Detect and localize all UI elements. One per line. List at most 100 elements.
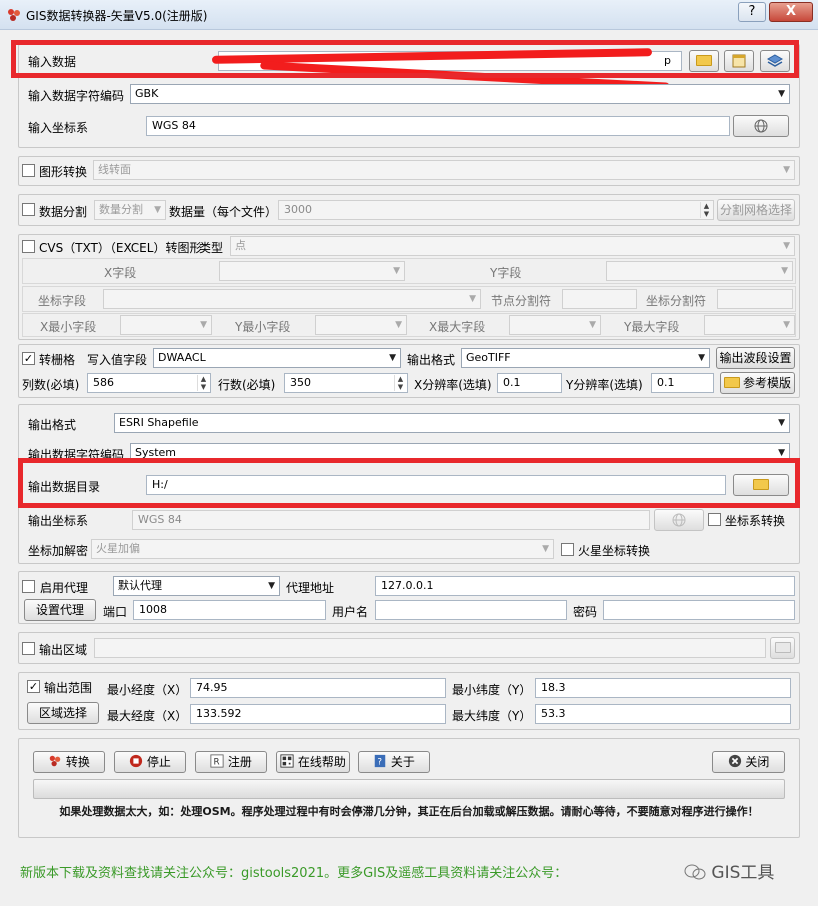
close-window-button[interactable]: X — [769, 2, 813, 22]
min-lon-field[interactable]: 74.95 — [190, 678, 446, 698]
proxy-user-field[interactable] — [375, 600, 567, 620]
raster-write-field-value: DWAACL — [158, 351, 206, 364]
raster-rows-field[interactable]: 350 ▲ ▼ — [284, 373, 408, 393]
proxy-password-field[interactable] — [603, 600, 795, 620]
output-format-select[interactable]: ESRI Shapefile ▼ — [114, 413, 790, 433]
raster-cols-label: 列数(必填) — [22, 378, 80, 392]
max-lat-label: 最大纬度（Y） — [452, 709, 532, 723]
watermark: GIS工具 — [684, 858, 814, 884]
crs-convert-label: 坐标系转换 — [725, 514, 786, 528]
chevron-down-icon: ▼ — [783, 165, 790, 175]
register-button[interactable]: R 注册 — [195, 751, 267, 773]
band-settings-button[interactable]: 输出波段设置 — [716, 347, 795, 369]
csv-checkbox[interactable] — [22, 240, 35, 253]
proxy-password-label: 密码 — [573, 605, 598, 619]
csv-y-field-select[interactable]: ▼ — [606, 261, 793, 281]
proxy-address-field[interactable]: 127.0.0.1 — [375, 576, 795, 596]
raster-yres-label: Y分辨率(选填) — [566, 378, 643, 392]
max-lat-field[interactable]: 53.3 — [535, 704, 791, 724]
input-crs-label: 输入坐标系 — [28, 121, 89, 135]
csv-coord-sep-field[interactable] — [717, 289, 793, 309]
region-browse-button[interactable] — [770, 637, 795, 659]
close-label: 关闭 — [745, 755, 770, 769]
input-encoding-value: GBK — [135, 87, 159, 100]
csv-ymin-select[interactable]: ▼ — [315, 315, 407, 335]
csv-node-sep-field[interactable] — [562, 289, 637, 309]
highlight-input-data — [11, 40, 799, 78]
csv-type-select[interactable]: 点 ▼ — [230, 236, 795, 256]
close-icon — [728, 754, 741, 768]
highlight-output-dir — [18, 458, 800, 508]
proxy-enable-checkbox[interactable] — [22, 580, 35, 593]
raster-write-field-select[interactable]: DWAACL ▼ — [153, 348, 401, 368]
csv-coord-field-select[interactable]: ▼ — [103, 289, 481, 309]
split-checkbox[interactable] — [22, 203, 35, 216]
csv-xmin-select[interactable]: ▼ — [120, 315, 212, 335]
min-lon-label: 最小经度（X） — [107, 683, 188, 697]
chevron-down-icon: ▼ — [778, 89, 785, 99]
region-field[interactable] — [94, 638, 766, 658]
split-count-field[interactable]: 3000 ▲ ▼ — [278, 200, 714, 220]
raster-format-select[interactable]: GeoTIFF ▼ — [461, 348, 710, 368]
max-lon-label: 最大经度（X） — [107, 709, 188, 723]
spinner-arrows-icon[interactable]: ▲ ▼ — [394, 375, 406, 391]
split-mode-select[interactable]: 数量分割 ▼ — [94, 200, 166, 220]
raster-xres-field[interactable]: 0.1 — [497, 373, 562, 393]
stop-button[interactable]: 停止 — [114, 751, 186, 773]
progress-bar — [33, 779, 785, 799]
raster-rows-value: 350 — [290, 376, 311, 389]
csv-label: CVS（TXT）（EXCEL）转图形 — [39, 241, 202, 255]
min-lat-field[interactable]: 18.3 — [535, 678, 791, 698]
output-crs-field[interactable]: WGS 84 — [132, 510, 650, 530]
title-bar: GIS数据转换器-矢量V5.0(注册版) ? X — [0, 0, 818, 30]
csv-x-field-select[interactable]: ▼ — [219, 261, 405, 281]
chevron-down-icon: ▼ — [154, 205, 161, 215]
split-grid-button[interactable]: 分割网格选择 — [717, 199, 795, 221]
csv-coord-field-label: 坐标字段 — [38, 294, 87, 308]
mars-convert-checkbox[interactable] — [561, 543, 574, 556]
proxy-user-label: 用户名 — [332, 605, 369, 619]
encrypt-select[interactable]: 火星加偏 ▼ — [91, 539, 554, 559]
register-label: 注册 — [227, 755, 252, 769]
csv-xmax-label: X最大字段 — [429, 320, 486, 334]
input-encoding-select[interactable]: GBK ▼ — [130, 84, 790, 104]
spinner-arrows-icon[interactable]: ▲ ▼ — [700, 202, 712, 218]
reference-template-button[interactable]: 参考模版 — [720, 372, 795, 394]
spinner-arrows-icon[interactable]: ▲ ▼ — [197, 375, 209, 391]
chevron-down-icon: ▼ — [200, 320, 207, 330]
proxy-mode-select[interactable]: 默认代理 ▼ — [113, 576, 280, 596]
footer-text: 新版本下载及资料查找请关注公众号：gistools2021。更多GIS及遥感工具… — [20, 866, 568, 881]
proxy-enable-label: 启用代理 — [40, 581, 89, 595]
region-checkbox[interactable] — [22, 642, 35, 655]
chevron-down-icon: ▼ — [268, 581, 275, 591]
crs-convert-checkbox[interactable] — [708, 513, 721, 526]
csv-ymax-label: Y最大字段 — [624, 320, 680, 334]
convert-button[interactable]: 转换 — [33, 751, 105, 773]
raster-cols-field[interactable]: 586 ▲ ▼ — [87, 373, 211, 393]
input-crs-button[interactable] — [733, 115, 789, 137]
area-select-button[interactable]: 区域选择 — [27, 702, 99, 724]
region-label: 输出区域 — [39, 643, 88, 657]
input-crs-field[interactable]: WGS 84 — [146, 116, 730, 136]
min-lat-label: 最小纬度（Y） — [452, 683, 532, 697]
csv-ymax-select[interactable]: ▼ — [704, 315, 795, 335]
about-button[interactable]: ? 关于 — [358, 751, 430, 773]
qr-code-icon — [280, 754, 294, 768]
chevron-down-icon: ▼ — [393, 266, 400, 276]
help-window-button[interactable]: ? — [738, 2, 766, 22]
max-lon-field[interactable]: 133.592 — [190, 704, 446, 724]
split-count-value: 3000 — [284, 203, 312, 216]
raster-yres-field[interactable]: 0.1 — [651, 373, 714, 393]
shape-convert-checkbox[interactable] — [22, 164, 35, 177]
close-button[interactable]: 关闭 — [712, 751, 785, 773]
raster-rows-label: 行数(必填) — [218, 378, 276, 392]
proxy-address-label: 代理地址 — [286, 581, 335, 595]
shape-convert-select[interactable]: 线转面 ▼ — [93, 160, 795, 180]
proxy-port-field[interactable]: 1008 — [133, 600, 326, 620]
raster-checkbox[interactable]: ✓ — [22, 352, 35, 365]
proxy-settings-button[interactable]: 设置代理 — [24, 599, 96, 621]
csv-xmax-select[interactable]: ▼ — [509, 315, 601, 335]
online-help-button[interactable]: 在线帮助 — [276, 751, 350, 773]
extent-checkbox[interactable]: ✓ — [27, 680, 40, 693]
output-crs-button[interactable] — [654, 509, 704, 531]
